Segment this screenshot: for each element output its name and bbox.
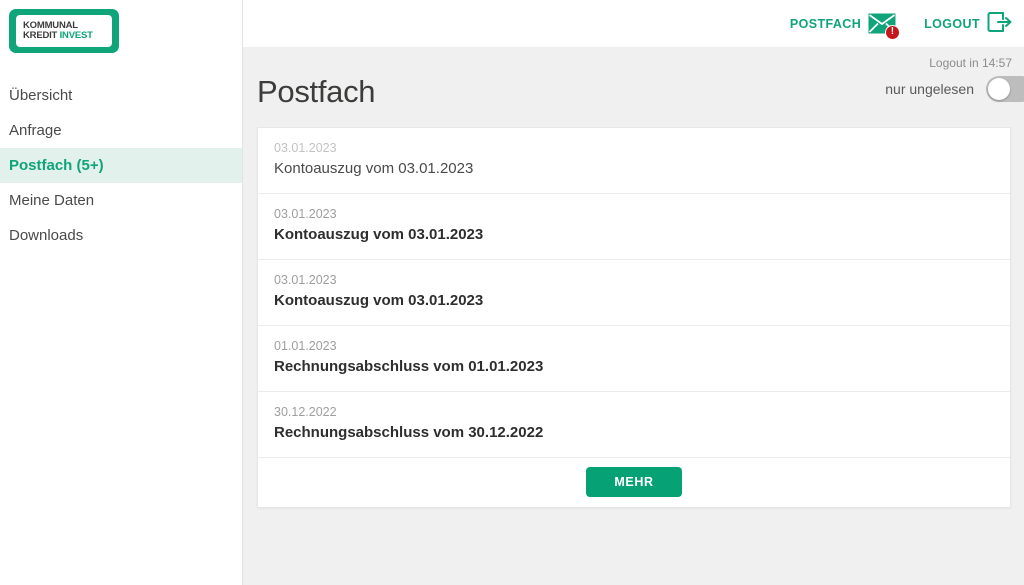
message-list-item[interactable]: 03.01.2023 Kontoauszug vom 03.01.2023 [258, 260, 1010, 326]
page-header-row: Postfach nur ungelesen [243, 70, 1024, 110]
sidebar-item-label: Anfrage [9, 122, 62, 139]
sidebar: KOMMUNAL KREDIT INVEST Übersicht Anfrage… [0, 0, 243, 585]
logo-invest-text: INVEST [59, 30, 93, 41]
message-date: 01.01.2023 [274, 339, 337, 353]
postfach-link-label: POSTFACH [789, 16, 862, 31]
message-title: Kontoauszug vom 03.01.2023 [274, 160, 474, 177]
message-title: Rechnungsabschluss vom 01.01.2023 [274, 358, 544, 375]
sidebar-item-postfach[interactable]: Postfach (5+) [0, 148, 242, 183]
envelope-icon: ! [868, 13, 901, 40]
message-title: Rechnungsabschluss vom 30.12.2022 [274, 424, 544, 441]
message-list-footer: MEHR [258, 458, 1010, 507]
logout-icon-svg [987, 12, 1012, 32]
logo-badge: KOMMUNAL KREDIT INVEST [9, 9, 119, 53]
logo-line-2: KREDIT INVEST [23, 30, 112, 42]
sidebar-item-label: Meine Daten [9, 192, 95, 209]
page-title: Postfach [257, 74, 376, 109]
main-pane: POSTFACH ! LOGOUT Logout in 14:57 Postfa… [243, 0, 1024, 585]
top-bar: POSTFACH ! LOGOUT [243, 0, 1024, 47]
unread-filter-toggle[interactable] [986, 76, 1024, 102]
message-list-item[interactable]: 01.01.2023 Rechnungsabschluss vom 01.01.… [258, 326, 1010, 392]
message-date: 30.12.2022 [274, 405, 337, 419]
message-title: Kontoauszug vom 03.01.2023 [274, 292, 484, 309]
unread-filter[interactable]: nur ungelesen [885, 76, 1024, 110]
message-list-item[interactable]: 30.12.2022 Rechnungsabschluss vom 30.12.… [258, 392, 1010, 458]
brand-logo[interactable]: KOMMUNAL KREDIT INVEST [0, 0, 242, 53]
app-root: KOMMUNAL KREDIT INVEST Übersicht Anfrage… [0, 0, 1024, 585]
sidebar-item-downloads[interactable]: Downloads [0, 218, 242, 253]
sidebar-item-anfrage[interactable]: Anfrage [0, 113, 242, 148]
postfach-link[interactable]: POSTFACH ! [789, 13, 901, 40]
message-list-item[interactable]: 03.01.2023 Kontoauszug vom 03.01.2023 [258, 128, 1010, 194]
logo-kredit-text: KREDIT [23, 30, 60, 41]
logout-link[interactable]: LOGOUT [924, 11, 1012, 36]
sidebar-nav: Übersicht Anfrage Postfach (5+) Meine Da… [0, 78, 242, 253]
load-more-button[interactable]: MEHR [586, 467, 682, 497]
sidebar-item-label: Postfach (5+) [9, 157, 104, 174]
message-list-card: 03.01.2023 Kontoauszug vom 03.01.2023 03… [257, 127, 1011, 508]
session-timer: Logout in 14:57 [929, 56, 1012, 70]
content-area: Logout in 14:57 Postfach nur ungelesen 0… [243, 47, 1024, 585]
unread-filter-label: nur ungelesen [885, 81, 974, 97]
message-list-item[interactable]: 03.01.2023 Kontoauszug vom 03.01.2023 [258, 194, 1010, 260]
sidebar-item-label: Übersicht [9, 87, 73, 104]
unread-badge: ! [885, 24, 901, 40]
logout-link-label: LOGOUT [924, 16, 980, 31]
sidebar-item-label: Downloads [9, 227, 84, 244]
toggle-knob [988, 78, 1010, 100]
message-date: 03.01.2023 [274, 207, 337, 221]
message-date: 03.01.2023 [274, 141, 337, 155]
sidebar-item-uebersicht[interactable]: Übersicht [0, 78, 242, 113]
message-title: Kontoauszug vom 03.01.2023 [274, 226, 484, 243]
message-date: 03.01.2023 [274, 273, 337, 287]
logo-inner-box: KOMMUNAL KREDIT INVEST [16, 15, 112, 47]
logout-icon [987, 11, 1012, 36]
sidebar-item-meine-daten[interactable]: Meine Daten [0, 183, 242, 218]
